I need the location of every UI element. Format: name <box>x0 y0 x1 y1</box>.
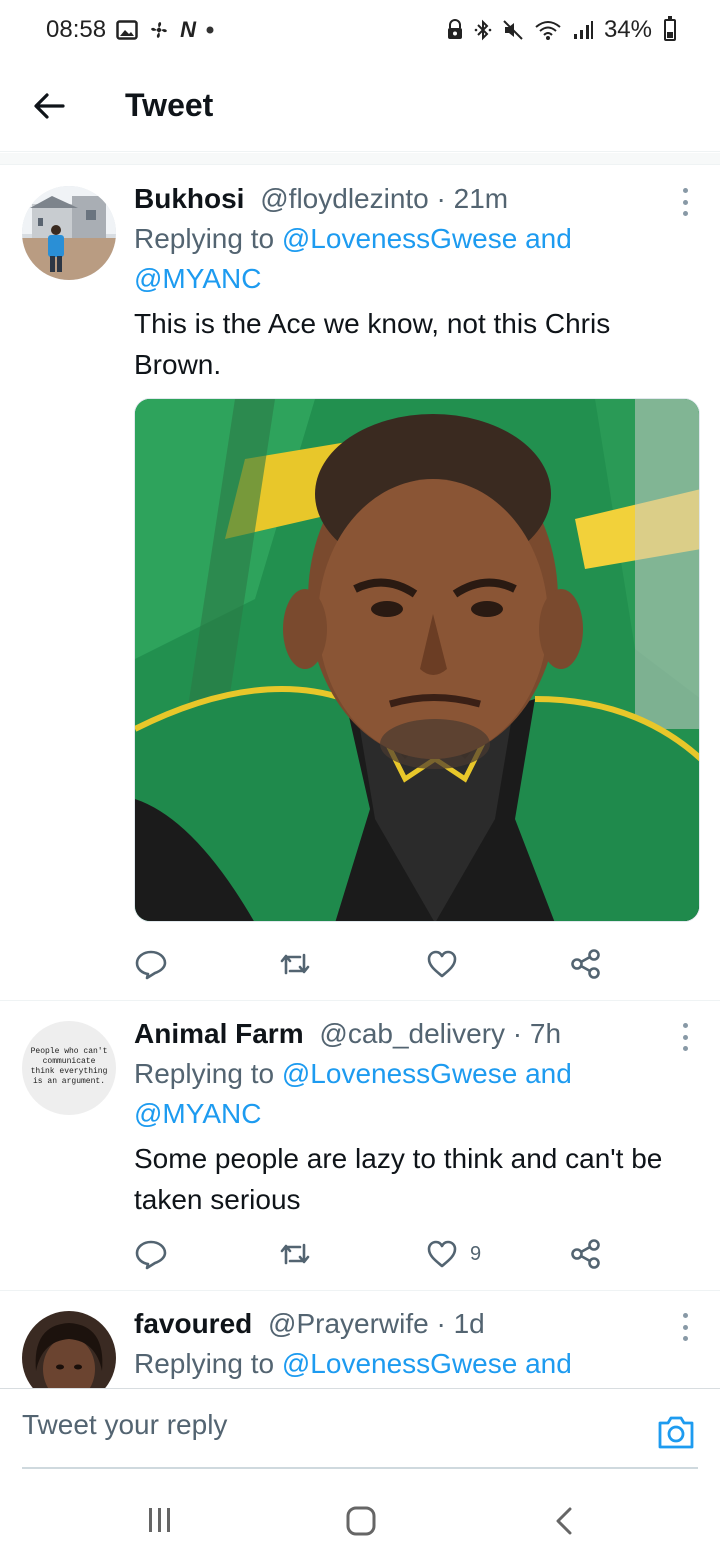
author-handle[interactable]: @Prayerwife <box>268 1308 429 1339</box>
tweet-media-photo[interactable] <box>134 398 700 922</box>
reply-button[interactable] <box>134 948 168 980</box>
author-name[interactable]: Bukhosi <box>134 183 244 214</box>
author-handle[interactable]: @cab_delivery <box>319 1018 505 1049</box>
share-button[interactable] <box>570 1239 602 1269</box>
like-button[interactable] <box>426 949 458 979</box>
author-name[interactable]: Animal Farm <box>134 1018 304 1049</box>
status-right: 34% <box>446 16 676 44</box>
and-text: and <box>517 1348 572 1379</box>
tweet-meta: Bukhosi @floydlezinto · 21m <box>134 179 698 219</box>
tweet[interactable]: favoured @Prayerwife · 1d Replying to @L… <box>0 1291 720 1388</box>
heart-icon <box>427 1240 457 1268</box>
dot-icon <box>206 26 214 34</box>
tweet[interactable]: Bukhosi @floydlezinto · 21m Replying to … <box>0 166 720 1001</box>
separator: · <box>428 183 454 214</box>
status-left: 08:58 N <box>46 16 214 44</box>
comment-icon <box>135 1240 167 1270</box>
more-options-button[interactable] <box>680 188 690 216</box>
status-time: 08:58 <box>46 16 107 43</box>
tweet-content: Bukhosi @floydlezinto · 21m Replying to … <box>134 179 698 385</box>
reply-button[interactable] <box>134 1238 168 1270</box>
replying-label: Replying to <box>134 1058 282 1089</box>
chevron-left-icon <box>556 1507 572 1535</box>
n-icon: N <box>180 17 196 42</box>
replying-to: Replying to @LovenessGwese and @MYANC <box>134 219 698 299</box>
reply-composer: Tweet your reply <box>0 1388 720 1470</box>
back-nav-button[interactable] <box>552 1506 576 1536</box>
retweet-icon <box>280 1243 310 1265</box>
system-nav-bar <box>0 1472 720 1560</box>
header: Tweet <box>0 60 720 152</box>
like-count: 9 <box>470 1242 482 1265</box>
home-button[interactable] <box>345 1506 377 1536</box>
tweet-meta: Animal Farm @cab_delivery · 7h <box>134 1014 698 1054</box>
separator: · <box>505 1018 530 1049</box>
more-options-button[interactable] <box>680 1313 690 1341</box>
signal-icon <box>572 19 594 41</box>
tweet-actions: 9 <box>134 1234 604 1274</box>
avatar-text: People who can't communicate think every… <box>30 1047 108 1086</box>
mention-link[interactable]: @MYANC <box>134 263 261 294</box>
recent-apps-icon <box>149 1508 170 1532</box>
replying-label: Replying to <box>134 1348 282 1379</box>
separator: · <box>428 1308 454 1339</box>
camera-icon <box>658 1416 694 1449</box>
like-button[interactable]: 9 <box>426 1239 481 1269</box>
bluetooth-icon <box>474 19 492 41</box>
page-title: Tweet <box>125 87 214 123</box>
mute-icon <box>502 19 524 41</box>
image-icon <box>116 20 138 40</box>
author-handle[interactable]: @floydlezinto <box>260 183 429 214</box>
avatar[interactable] <box>22 1311 116 1388</box>
wifi-icon <box>534 19 562 41</box>
tweet-meta: favoured @Prayerwife · 1d <box>134 1304 698 1344</box>
reply-input[interactable]: Tweet your reply <box>22 1409 582 1441</box>
comment-icon <box>135 950 167 980</box>
share-icon <box>571 1239 600 1269</box>
reply-underline <box>22 1467 698 1469</box>
status-bar: 08:58 N 34% <box>0 0 720 60</box>
replying-to: Replying to @LovenessGwese and @MYANC <box>134 1054 698 1134</box>
tweet-text: This is the Ace we know, not this Chris … <box>134 308 611 380</box>
fan-icon <box>148 19 170 41</box>
mention-link[interactable]: @LovenessGwese <box>282 223 517 254</box>
share-button[interactable] <box>570 949 602 979</box>
timestamp: 1d <box>453 1308 485 1339</box>
replying-label: Replying to <box>134 223 282 254</box>
mention-link[interactable]: @LovenessGwese <box>282 1348 517 1379</box>
home-icon <box>346 1506 376 1536</box>
retweet-icon <box>280 953 310 975</box>
heart-icon <box>427 950 457 978</box>
arrow-left-icon <box>34 92 65 119</box>
header-divider <box>0 153 720 165</box>
back-button[interactable] <box>0 60 100 152</box>
avatar[interactable]: People who can't communicate think every… <box>22 1021 116 1115</box>
recent-apps-button[interactable] <box>145 1506 175 1534</box>
battery-percent: 34% <box>603 16 652 43</box>
share-icon <box>571 949 600 979</box>
and-text: and <box>517 1058 572 1089</box>
tweet[interactable]: People who can't communicate think every… <box>0 1001 720 1291</box>
camera-button[interactable] <box>656 1413 696 1451</box>
tweet-text: Some people are lazy to think and can't … <box>134 1143 663 1215</box>
retweet-button[interactable] <box>278 949 312 979</box>
tweet-content: favoured @Prayerwife · 1d Replying to @L… <box>134 1304 698 1384</box>
mention-link[interactable]: @MYANC <box>134 1098 261 1129</box>
author-name[interactable]: favoured <box>134 1308 252 1339</box>
mention-link[interactable]: @LovenessGwese <box>282 1058 517 1089</box>
timestamp: 21m <box>453 183 509 214</box>
more-options-button[interactable] <box>680 1023 690 1051</box>
replying-to: Replying to @LovenessGwese and <box>134 1344 698 1384</box>
and-text: and <box>517 223 572 254</box>
avatar[interactable] <box>22 186 116 280</box>
tweet-content: Animal Farm @cab_delivery · 7h Replying … <box>134 1014 698 1220</box>
battery-icon <box>664 16 676 41</box>
retweet-button[interactable] <box>278 1239 312 1269</box>
tweet-actions <box>134 944 604 984</box>
lock-icon <box>446 19 464 41</box>
timestamp: 7h <box>529 1018 562 1049</box>
